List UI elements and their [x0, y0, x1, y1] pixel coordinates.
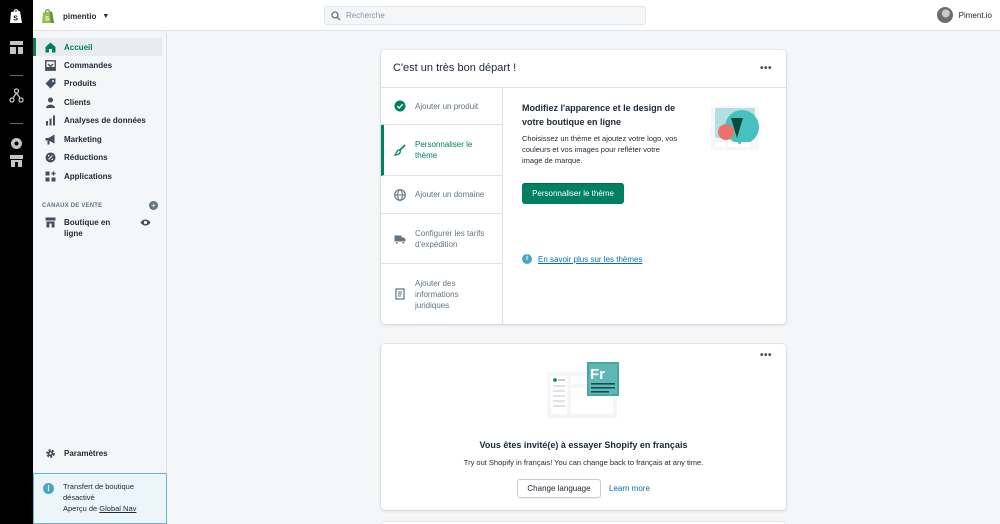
step-label: Ajouter un produit: [415, 101, 479, 111]
sidebar-item-label: Produits: [64, 78, 97, 88]
step-add-product[interactable]: Ajouter un produit: [381, 88, 502, 125]
sidebar-item-label: Marketing: [64, 134, 102, 144]
sidebar-item-applications[interactable]: Applications: [33, 167, 162, 185]
step-label: Ajouter des informations juridiques: [415, 278, 459, 310]
store-icon[interactable]: [9, 153, 24, 168]
step-customize-theme[interactable]: Personnaliser le thème: [381, 125, 502, 176]
setup-guide-card: C'est un très bon départ ! ••• Ajouter u…: [381, 50, 786, 324]
sidebar-item-analyses[interactable]: Analyses de données: [33, 111, 162, 129]
search-bar[interactable]: [324, 6, 646, 25]
sidebar-item-label: Accueil: [64, 42, 93, 52]
sidebar: Accueil Commandes Produits Clients Analy…: [33, 31, 167, 524]
discount-icon: [45, 152, 56, 162]
step-add-domain[interactable]: Ajouter un domaine: [381, 176, 502, 214]
megaphone-icon: [45, 134, 55, 144]
document-icon: [395, 288, 405, 300]
shopify-bag-icon: S: [42, 9, 54, 23]
step-content: Modifiez l'apparence et le design de vot…: [522, 101, 682, 166]
svg-text:S: S: [45, 16, 50, 23]
step-shipping-rates[interactable]: Configurer les tarifs d'expédition: [381, 214, 502, 264]
sidebar-item-online-store[interactable]: Boutique en ligne: [45, 217, 159, 239]
fr-illustration-text: Fr: [590, 366, 605, 383]
sidebar-item-reductions[interactable]: Réductions: [33, 148, 162, 166]
step-heading: Modifiez l'apparence et le design de vot…: [522, 103, 676, 127]
svg-text:S: S: [13, 16, 18, 23]
home-icon: [45, 42, 56, 52]
step-legal-info[interactable]: Ajouter des informations juridiques: [381, 264, 502, 324]
sidebar-item-label: Boutique en ligne: [64, 218, 111, 238]
sidebar-item-produits[interactable]: Produits: [33, 74, 162, 92]
add-channel-icon[interactable]: +: [149, 201, 158, 210]
dashboard-icon[interactable]: [9, 40, 24, 55]
apps-icon: [45, 171, 56, 181]
user-menu[interactable]: Piment.io: [936, 7, 992, 23]
step-label: Configurer les tarifs d'expédition: [415, 228, 485, 249]
language-illustration: Fr: [547, 362, 619, 418]
step-description: Choisissez un thème et ajoutez votre log…: [522, 134, 678, 165]
step-label: Ajouter un domaine: [415, 190, 485, 199]
more-actions-icon[interactable]: •••: [760, 350, 772, 361]
truck-icon: [394, 235, 406, 244]
sidebar-item-label: Analyses de données: [64, 115, 146, 125]
learn-more-link[interactable]: Learn more: [609, 484, 650, 493]
info-icon: i: [522, 254, 532, 264]
bar-chart-icon: [46, 115, 55, 125]
global-nav-rail: S: [0, 0, 33, 524]
global-nav-notice: i Transfert de boutique désactivé Aperçu…: [33, 473, 167, 524]
learn-more-themes: i En savoir plus sur les thèmes: [522, 254, 643, 264]
sidebar-item-commandes[interactable]: Commandes: [33, 56, 162, 74]
change-language-button[interactable]: Change language: [517, 479, 601, 498]
search-icon: [331, 10, 341, 20]
chevron-down-icon: ▼: [102, 12, 110, 20]
top-bar: S pimentio ▼ Piment.io: [33, 0, 1000, 31]
sidebar-item-label: Clients: [64, 97, 91, 107]
paintbrush-icon: [394, 144, 406, 156]
apps-icon[interactable]: [9, 136, 24, 151]
setup-steps-list: Ajouter un produit Personnaliser le thèm…: [381, 88, 503, 324]
sidebar-item-clients[interactable]: Clients: [33, 93, 162, 111]
global-nav-link[interactable]: Global Nav: [99, 504, 136, 513]
store-icon: [45, 217, 56, 228]
tag-icon: [45, 78, 56, 88]
info-icon: i: [43, 483, 54, 494]
notice-line: Aperçu de Global Nav: [63, 503, 158, 514]
store-name: pimentio: [63, 11, 97, 21]
sidebar-item-accueil[interactable]: Accueil: [33, 38, 162, 56]
sidebar-item-label: Paramètres: [64, 449, 108, 458]
sales-channels-header: CANAUX DE VENTE +: [42, 201, 158, 210]
gear-icon: [46, 449, 55, 458]
sidebar-item-label: Applications: [64, 171, 113, 181]
step-label: Personnaliser le thème: [415, 140, 473, 160]
sidebar-item-marketing[interactable]: Marketing: [33, 130, 162, 148]
notice-line: Transfert de boutique: [63, 482, 135, 491]
sidebar-item-label: Réductions: [64, 152, 108, 162]
orders-icon: [45, 59, 56, 71]
globe-icon: [394, 188, 406, 201]
eye-icon[interactable]: [140, 217, 151, 228]
sidebar-item-parametres[interactable]: Paramètres: [45, 448, 108, 459]
language-card-subtitle: Try out Shopify in français! You can cha…: [463, 458, 704, 467]
sales-channels-title: CANAUX DE VENTE: [42, 202, 103, 209]
customize-theme-button[interactable]: Personnaliser le thème: [522, 183, 624, 204]
more-actions-icon[interactable]: •••: [760, 63, 772, 74]
shopify-logo-icon[interactable]: S: [9, 8, 24, 24]
language-card: ••• Fr Vous êtes invité(e) à essayer Sho…: [381, 344, 786, 510]
language-card-title: Vous êtes invité(e) à essayer Shopify en…: [479, 440, 688, 450]
learn-more-themes-link[interactable]: En savoir plus sur les thèmes: [538, 255, 643, 264]
check-circle-icon: [394, 100, 406, 112]
rail-divider: [10, 123, 23, 124]
rail-divider: [10, 75, 23, 76]
person-icon: [46, 97, 55, 108]
user-name: Piment.io: [958, 10, 992, 20]
theme-illustration: [711, 106, 759, 150]
notice-line: désactivé: [63, 493, 95, 502]
store-switcher[interactable]: S pimentio ▼: [41, 7, 109, 25]
network-icon[interactable]: [9, 88, 24, 103]
sidebar-item-label: Commandes: [64, 60, 113, 70]
card-title: C'est un très bon départ !: [393, 62, 517, 74]
notice-prefix: Aperçu de: [63, 504, 98, 513]
avatar: [936, 7, 953, 23]
search-input[interactable]: [346, 11, 636, 20]
